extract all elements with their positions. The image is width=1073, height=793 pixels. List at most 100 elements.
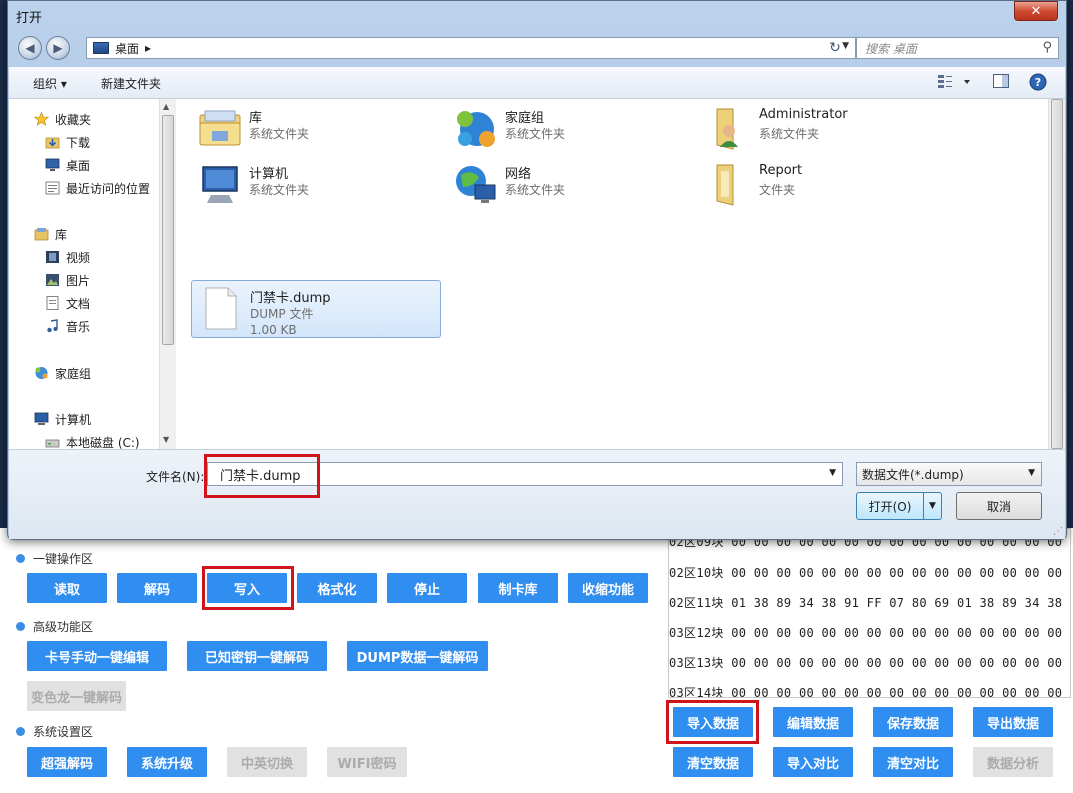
decode-button[interactable]: 解码 <box>117 573 197 603</box>
view-options-button[interactable] <box>937 73 973 92</box>
command-toolbar: 组织 ▾ 新建文件夹 ? <box>9 67 1065 99</box>
scroll-thumb[interactable] <box>162 115 174 345</box>
open-split-dropdown[interactable]: ▼ <box>923 493 941 519</box>
address-bar[interactable]: 桌面 ▸ ▼ <box>86 37 856 59</box>
recent-places-icon <box>45 181 60 195</box>
video-icon <box>46 251 59 263</box>
export-data-button[interactable]: 导出数据 <box>973 707 1053 737</box>
nav-item-documents[interactable]: 文档 <box>45 293 90 313</box>
desktop-icon <box>45 158 60 171</box>
scroll-up-icon[interactable]: ▲ <box>163 102 169 111</box>
cancel-button[interactable]: 取消 <box>956 492 1042 520</box>
collapse-features-button[interactable]: 收缩功能 <box>568 573 648 603</box>
back-arrow-icon: ◀ <box>25 41 35 55</box>
scroll-thumb[interactable] <box>1051 99 1063 449</box>
dialog-footer: 文件名(N): 门禁卡.dump ▼ 数据文件(*.dump) ▼ 打开(O) … <box>9 449 1065 539</box>
nav-item-recent[interactable]: 最近访问的位置 <box>45 178 150 198</box>
nav-label: 计算机 <box>55 412 92 427</box>
file-size: 1.00 KB <box>250 323 297 337</box>
nav-item-libraries[interactable]: 库 <box>34 224 67 244</box>
refresh-button[interactable]: ↻ <box>822 37 848 59</box>
bullet-icon <box>16 622 25 631</box>
hex-row: 03区13块 00 00 00 00 00 00 00 00 00 00 00 … <box>669 656 1071 670</box>
dump-data-decode-button[interactable]: DUMP数据一键解码 <box>347 641 488 671</box>
back-button[interactable]: ◀ <box>18 36 42 60</box>
nav-label: 本地磁盘 (C:) <box>66 435 140 450</box>
file-name: 计算机 <box>249 167 289 182</box>
nav-label: 桌面 <box>66 158 91 173</box>
preview-pane-button[interactable] <box>993 74 1009 91</box>
hex-data-panel[interactable]: 02区09块 00 00 00 00 00 00 00 00 00 00 00 … <box>668 528 1071 698</box>
stop-button[interactable]: 停止 <box>387 573 467 603</box>
address-location: 桌面 <box>115 41 140 56</box>
scroll-down-icon[interactable]: ▼ <box>163 435 169 444</box>
file-item-libraries[interactable]: 库 系统文件夹 <box>191 101 441 159</box>
save-data-button[interactable]: 保存数据 <box>873 707 953 737</box>
dialog-body: 收藏夹 下载 桌面 最近访问的位置 库 视频 图片 文档 音乐 家庭组 计算机 … <box>9 99 1065 450</box>
clear-compare-button[interactable]: 清空对比 <box>873 747 953 777</box>
nav-item-music[interactable]: 音乐 <box>45 316 90 336</box>
library-folder-icon <box>199 110 241 146</box>
wifi-password-button[interactable]: WIFI密码 <box>327 747 407 777</box>
read-button[interactable]: 读取 <box>27 573 107 603</box>
file-name: 门禁卡.dump <box>250 291 331 306</box>
file-item-computer[interactable]: 计算机 系统文件夹 <box>191 157 441 215</box>
help-button[interactable]: ? <box>1029 73 1047 94</box>
forward-button[interactable]: ▶ <box>46 36 70 60</box>
nav-label: 视频 <box>66 250 91 265</box>
filetype-select[interactable]: 数据文件(*.dump) ▼ <box>856 462 1042 486</box>
file-item-dump[interactable]: 门禁卡.dump DUMP 文件 1.00 KB <box>191 280 441 338</box>
import-compare-button[interactable]: 导入对比 <box>773 747 853 777</box>
title-bar[interactable]: 打开 ✕ <box>8 1 1066 31</box>
file-type: 系统文件夹 <box>759 127 820 141</box>
card-library-button[interactable]: 制卡库 <box>478 573 558 603</box>
file-item-report[interactable]: Report 文件夹 <box>701 157 951 215</box>
nav-item-desktop[interactable]: 桌面 <box>45 155 90 175</box>
new-folder-button[interactable]: 新建文件夹 <box>101 75 161 92</box>
nav-label: 下载 <box>66 135 91 150</box>
open-button[interactable]: 打开(O) ▼ <box>856 492 942 520</box>
format-button[interactable]: 格式化 <box>297 573 377 603</box>
section-quick-ops: 一键操作区 <box>16 550 93 567</box>
file-item-homegroup[interactable]: 家庭组 系统文件夹 <box>447 101 697 159</box>
file-item-network[interactable]: 网络 系统文件夹 <box>447 157 697 215</box>
hex-row: 02区11块 01 38 89 34 38 91 FF 07 80 69 01 … <box>669 596 1071 610</box>
nav-item-computer[interactable]: 计算机 <box>34 409 91 429</box>
card-number-edit-button[interactable]: 卡号手动一键编辑 <box>27 641 167 671</box>
resize-grip-icon[interactable]: ⋰ <box>1053 526 1063 537</box>
close-icon: ✕ <box>1030 3 1042 19</box>
chevron-down-icon[interactable]: ▼ <box>829 468 836 478</box>
edit-data-button[interactable]: 编辑数据 <box>773 707 853 737</box>
close-button[interactable]: ✕ <box>1014 1 1058 21</box>
nav-item-favorites[interactable]: 收藏夹 <box>34 109 91 129</box>
system-upgrade-button[interactable]: 系统升级 <box>127 747 207 777</box>
nav-scrollbar[interactable]: ▲ ▼ <box>159 99 176 449</box>
homegroup-globe-icon <box>457 111 495 147</box>
search-icon[interactable]: ⚲ <box>1042 40 1052 55</box>
organize-menu[interactable]: 组织 ▾ <box>33 75 67 92</box>
data-analysis-button[interactable]: 数据分析 <box>973 747 1053 777</box>
section-title: 高级功能区 <box>33 620 94 634</box>
chevron-down-icon[interactable]: ▼ <box>1028 468 1035 478</box>
nav-label: 收藏夹 <box>55 112 92 127</box>
search-placeholder: 搜索 桌面 <box>865 41 917 56</box>
nav-item-videos[interactable]: 视频 <box>45 247 90 267</box>
filename-label: 文件名(N): <box>146 470 205 484</box>
files-scrollbar[interactable] <box>1048 99 1065 449</box>
chameleon-decode-button[interactable]: 变色龙一键解码 <box>27 681 126 711</box>
nav-item-downloads[interactable]: 下载 <box>45 132 90 152</box>
nav-item-pictures[interactable]: 图片 <box>45 270 90 290</box>
user-folder-icon <box>716 108 738 150</box>
desktop-icon <box>93 42 109 54</box>
file-type: 系统文件夹 <box>505 183 566 197</box>
super-decode-button[interactable]: 超强解码 <box>27 747 107 777</box>
language-switch-button[interactable]: 中英切换 <box>227 747 307 777</box>
breadcrumb-arrow-icon[interactable]: ▸ <box>145 41 151 55</box>
known-key-decode-button[interactable]: 已知密钥一键解码 <box>187 641 327 671</box>
nav-item-homegroup[interactable]: 家庭组 <box>34 363 91 383</box>
file-item-administrator[interactable]: Administrator 系统文件夹 <box>701 101 951 159</box>
section-system-settings: 系统设置区 <box>16 723 93 740</box>
search-input[interactable]: 搜索 桌面 ⚲ <box>856 37 1059 59</box>
clear-data-button[interactable]: 清空数据 <box>673 747 753 777</box>
open-file-dialog: 打开 ✕ ◀ ▶ 桌面 ▸ ▼ ↻ 搜索 桌面 ⚲ 组织 ▾ 新建文件夹 ? 收… <box>7 0 1067 540</box>
